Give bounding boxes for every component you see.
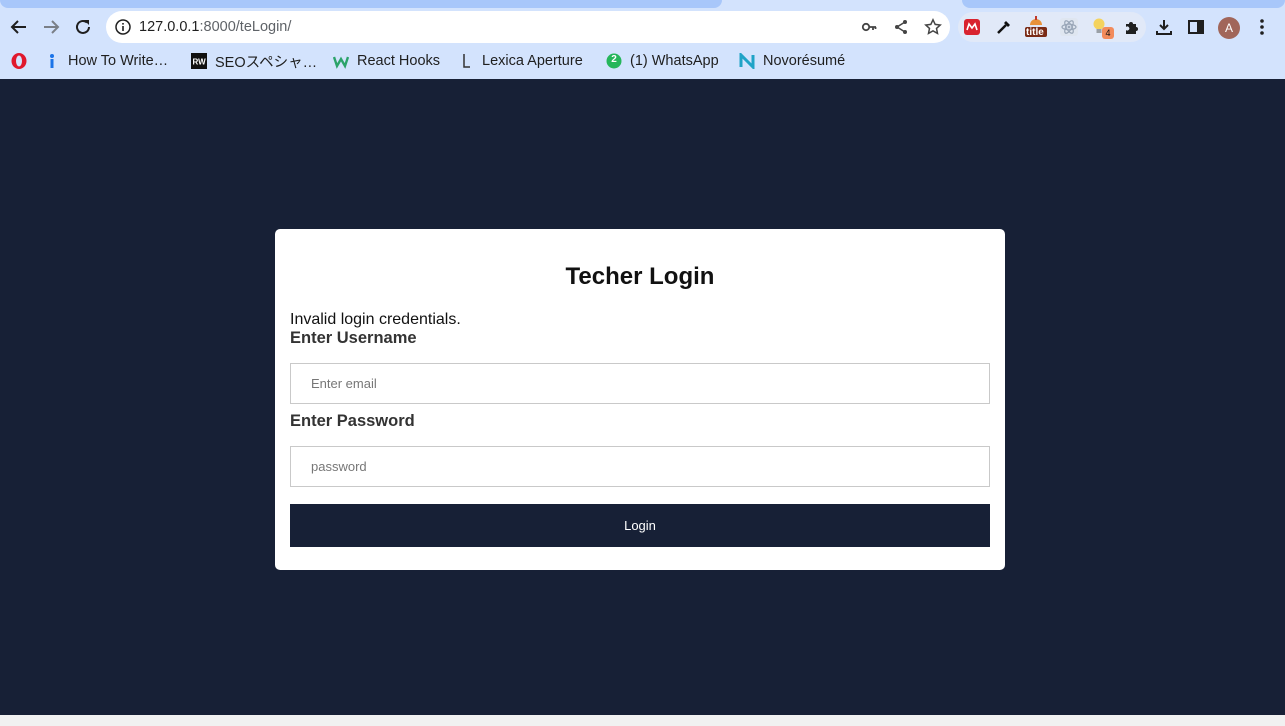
page-content: Techer Login Invalid login credentials. …: [0, 79, 1285, 715]
url-path: :8000/teLogin/: [199, 19, 292, 35]
arrow-right-icon: [44, 20, 60, 34]
bookmark-label: How To Write…: [68, 53, 169, 69]
react-devtools-extension-icon[interactable]: [1057, 15, 1081, 39]
bookmark-label: Novorésumé: [763, 53, 846, 69]
whatsapp-badge: 2: [611, 54, 617, 65]
bookmark-item[interactable]: 2 (1) WhatsApp: [606, 50, 719, 72]
bottom-edge: [0, 715, 1285, 726]
forward-button[interactable]: [36, 12, 66, 42]
opera-icon[interactable]: [10, 50, 28, 72]
eyedropper-extension-icon[interactable]: [992, 15, 1016, 39]
bookmarks-bar: How To Write… RW SEOスペシャ… React Hooks Le…: [0, 47, 1285, 75]
bookmark-item[interactable]: Novorésumé: [739, 50, 845, 72]
info-pin-icon: [44, 53, 60, 69]
bookmark-label: Lexica Aperture: [482, 53, 583, 69]
bookmark-item[interactable]: How To Write…: [44, 50, 168, 72]
arrow-left-icon: [10, 20, 26, 34]
bookmark-label: (1) WhatsApp: [630, 53, 719, 69]
side-panel-icon[interactable]: [1184, 15, 1208, 39]
password-input[interactable]: [290, 446, 990, 487]
svg-text:RW: RW: [193, 58, 207, 67]
browser-window: 127.0.0.1:8000/teLogin/ title 4 A How To…: [0, 0, 1285, 726]
download-icon[interactable]: [1152, 15, 1176, 39]
lexica-icon: [458, 53, 474, 69]
extensions-puzzle-icon[interactable]: [1120, 15, 1144, 39]
page-title: Techer Login: [565, 263, 715, 290]
login-button[interactable]: Login: [290, 504, 990, 547]
rw-icon: RW: [191, 53, 207, 69]
extensions-group: [958, 12, 1146, 42]
username-input[interactable]: [290, 363, 990, 404]
url-text[interactable]: 127.0.0.1:8000/teLogin/: [139, 19, 291, 35]
active-tab-strip[interactable]: [0, 0, 722, 8]
star-icon[interactable]: [923, 17, 943, 37]
bookmark-item[interactable]: RW SEOスペシャ…: [191, 50, 317, 72]
tab-strip[interactable]: [962, 0, 1285, 8]
share-icon[interactable]: [891, 17, 911, 37]
lightbulb-badge: 4: [1102, 27, 1114, 39]
toolbar: 127.0.0.1:8000/teLogin/ title 4 A: [0, 8, 1285, 46]
title-tag-badge: title: [1026, 27, 1044, 38]
novoresume-icon: [739, 53, 755, 69]
error-message: Invalid login credentials.: [290, 311, 461, 328]
browser-chrome: 127.0.0.1:8000/teLogin/ title 4 A How To…: [0, 0, 1285, 79]
site-info-icon[interactable]: [114, 18, 132, 41]
url-host: 127.0.0.1: [139, 19, 200, 35]
reload-icon: [76, 19, 90, 34]
back-button[interactable]: [4, 12, 34, 42]
w-logo-icon: [333, 53, 349, 69]
username-label: Enter Username: [290, 329, 417, 347]
bookmark-label: React Hooks: [357, 53, 441, 69]
lightbulb-extension-icon[interactable]: 4: [1088, 15, 1114, 39]
login-card: Techer Login Invalid login credentials. …: [275, 229, 1005, 570]
title-tag-extension-icon[interactable]: title: [1024, 15, 1048, 39]
kebab-menu-icon[interactable]: [1250, 15, 1274, 39]
bookmark-item[interactable]: React Hooks: [333, 50, 440, 72]
key-icon[interactable]: [859, 17, 879, 37]
whatsapp-icon: 2: [606, 53, 622, 69]
reload-button[interactable]: [68, 12, 98, 42]
bookmark-label: SEOスペシャ…: [215, 54, 318, 71]
bookmark-item[interactable]: Lexica Aperture: [458, 50, 583, 72]
mendeley-extension-icon[interactable]: [960, 15, 984, 39]
address-bar[interactable]: 127.0.0.1:8000/teLogin/: [106, 11, 950, 43]
profile-avatar[interactable]: A: [1218, 17, 1240, 39]
password-label: Enter Password: [290, 412, 415, 430]
